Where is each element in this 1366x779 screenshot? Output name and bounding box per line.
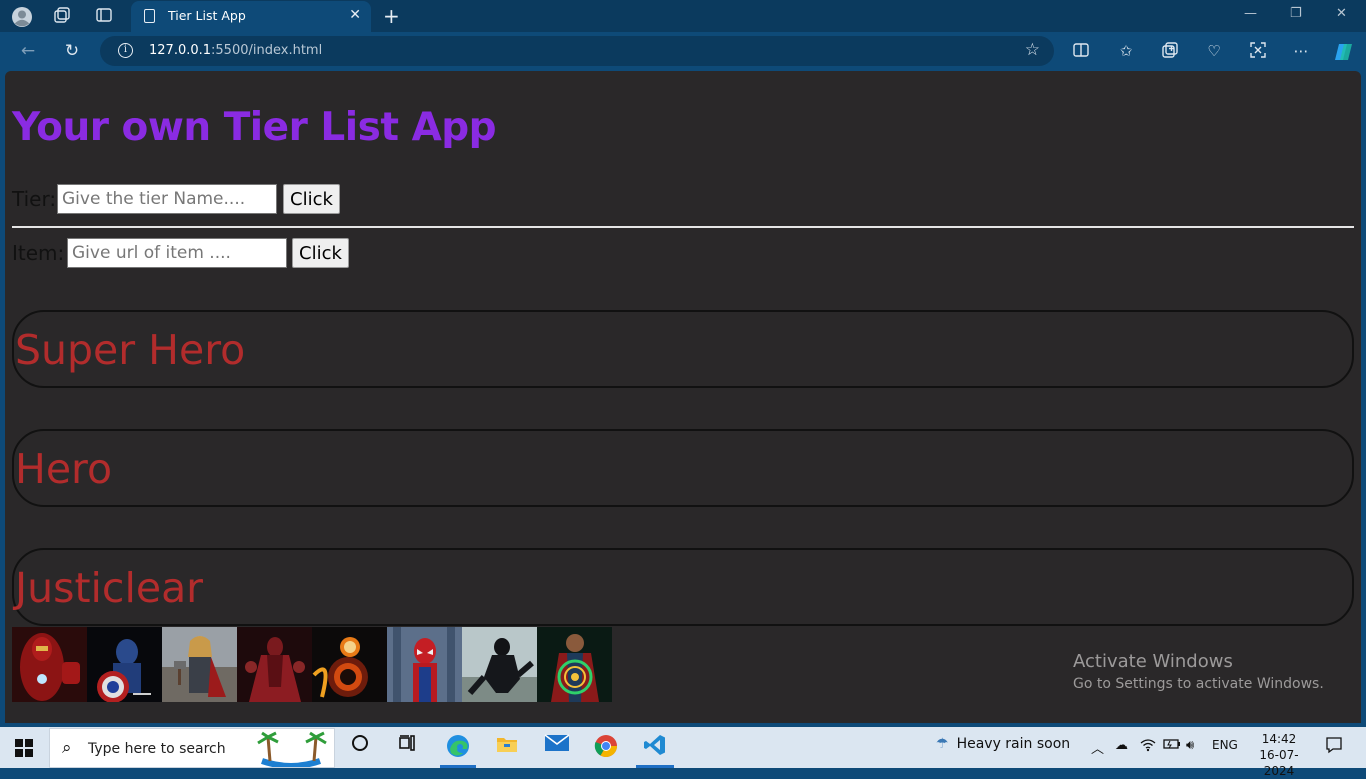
tab-actions-icon[interactable] — [94, 6, 114, 26]
url-path: :5500/index.html — [211, 43, 323, 58]
site-info-icon[interactable]: i — [118, 43, 133, 58]
new-tab-icon[interactable]: + — [383, 4, 400, 28]
search-highlight-icon — [254, 731, 328, 769]
chrome-icon[interactable] — [591, 733, 621, 763]
iron-man-image[interactable] — [12, 627, 87, 702]
clock-time: 14:42 — [1261, 732, 1297, 746]
rain-umbrella-icon: ☂ — [936, 736, 949, 752]
tier-row[interactable]: Justiclear — [12, 548, 1354, 626]
close-window-icon[interactable]: ✕ — [1336, 6, 1347, 21]
item-pool — [12, 627, 612, 702]
profile-icon[interactable] — [11, 6, 32, 27]
add-item-button[interactable]: Click — [292, 238, 349, 268]
url-text[interactable]: 127.0.0.1:5500/index.html — [149, 43, 322, 58]
add-tier-button[interactable]: Click — [283, 184, 340, 214]
divider — [12, 226, 1354, 228]
page-title: Your own Tier List App — [12, 105, 497, 150]
mail-icon[interactable] — [542, 733, 572, 763]
activate-windows-watermark: Activate Windows Go to Settings to activ… — [1073, 651, 1324, 692]
weather-text: Heavy rain soon — [956, 736, 1071, 752]
scarlet-witch-image[interactable] — [237, 627, 312, 702]
taskbar: ⌕ Type here to search ☂ Heavy rain soon ︿… — [0, 727, 1366, 778]
watermark-title: Activate Windows — [1073, 651, 1233, 672]
workspaces-icon[interactable] — [52, 6, 72, 26]
url-host: 127.0.0.1 — [149, 43, 212, 58]
onedrive-icon[interactable]: ☁ — [1115, 738, 1128, 753]
notifications-icon[interactable] — [1325, 736, 1343, 758]
tier-name: Super Hero — [15, 326, 246, 374]
language-indicator[interactable]: ENG — [1212, 738, 1238, 752]
windows-start-icon[interactable] — [15, 739, 33, 757]
tier-label: Tier: — [12, 187, 57, 211]
collections-icon[interactable] — [1160, 41, 1180, 61]
task-view-icon[interactable] — [392, 733, 422, 763]
restore-icon[interactable]: ❐ — [1290, 6, 1302, 21]
ghost-rider-image[interactable] — [312, 627, 387, 702]
page-icon — [144, 9, 155, 23]
show-hidden-icons-icon[interactable]: ︿ — [1091, 738, 1104, 757]
split-screen-icon[interactable] — [1071, 41, 1091, 61]
weather-widget[interactable]: ☂ Heavy rain soon — [936, 736, 1070, 752]
copilot-icon[interactable] — [1333, 41, 1353, 61]
tier-row[interactable]: Super Hero — [12, 310, 1354, 388]
volume-icon[interactable]: 🔊︎ — [1186, 738, 1194, 753]
page-content: Your own Tier List App Tier: Click Item:… — [5, 71, 1361, 723]
minimize-icon[interactable]: — — [1244, 6, 1257, 21]
wifi-icon[interactable] — [1140, 738, 1156, 756]
tier-name: Hero — [15, 445, 113, 493]
clock[interactable]: 14:42 16-07-2024 — [1255, 731, 1303, 779]
search-placeholder: Type here to search — [88, 741, 226, 757]
back-icon[interactable]: ← — [17, 40, 39, 62]
favorites-icon[interactable]: ✩ — [1116, 41, 1136, 61]
watermark-subtitle: Go to Settings to activate Windows. — [1073, 676, 1324, 692]
browser-essentials-icon[interactable]: ♡ — [1204, 41, 1224, 61]
black-panther-image[interactable] — [462, 627, 537, 702]
battery-icon[interactable] — [1163, 738, 1181, 754]
tier-row[interactable]: Hero — [12, 429, 1354, 507]
close-tab-icon[interactable]: ✕ — [349, 7, 361, 23]
address-bar[interactable]: i 127.0.0.1:5500/index.html ☆ — [100, 36, 1054, 66]
favorite-star-icon[interactable]: ☆ — [1025, 40, 1040, 60]
spider-man-image[interactable] — [387, 627, 462, 702]
tier-name-input[interactable] — [57, 184, 277, 214]
more-options-icon[interactable]: ⋯ — [1291, 41, 1311, 61]
item-label: Item: — [12, 241, 65, 265]
tier-name: Justiclear — [15, 564, 204, 612]
refresh-icon[interactable]: ↻ — [61, 40, 83, 62]
browser-tab[interactable]: Tier List App ✕ — [131, 1, 371, 32]
search-icon: ⌕ — [62, 738, 72, 758]
item-url-input[interactable] — [67, 238, 287, 268]
captain-america-image[interactable] — [87, 627, 162, 702]
taskbar-search[interactable]: ⌕ Type here to search — [49, 728, 335, 769]
screenshot-icon[interactable] — [1248, 41, 1268, 61]
address-bar-row: ← ↻ i 127.0.0.1:5500/index.html ☆ ✩ ♡ ⋯ — [0, 32, 1366, 70]
file-explorer-icon[interactable] — [492, 733, 522, 763]
clock-date: 16-07-2024 — [1259, 748, 1299, 778]
cortana-icon[interactable] — [345, 733, 375, 763]
thor-image[interactable] — [162, 627, 237, 702]
doctor-strange-image[interactable] — [537, 627, 612, 702]
tab-title: Tier List App — [168, 8, 246, 23]
browser-titlebar: Tier List App ✕ + — ❐ ✕ — [0, 0, 1366, 32]
edge-icon[interactable] — [443, 733, 473, 763]
vscode-icon[interactable] — [640, 733, 670, 763]
